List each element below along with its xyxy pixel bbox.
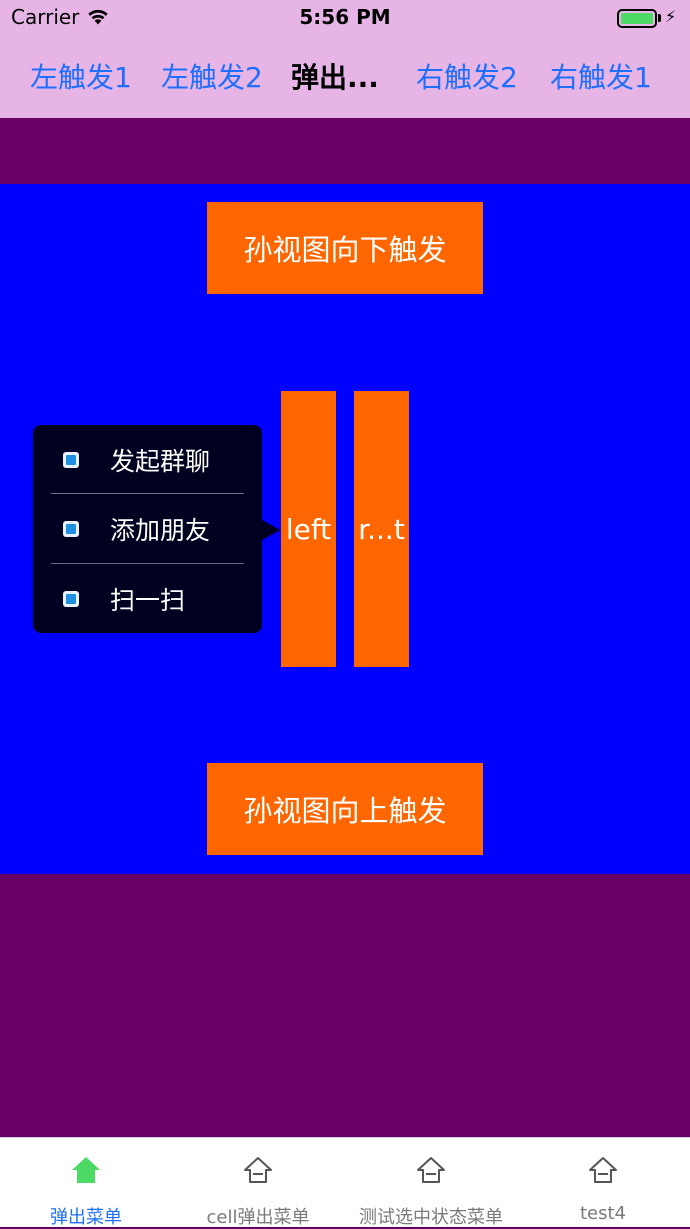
trigger-up-button[interactable]: 孙视图向上触发 — [207, 763, 483, 855]
menu-item-scan[interactable]: 扫一扫 — [33, 564, 262, 633]
menu-item-group-chat[interactable]: 发起群聊 — [33, 425, 262, 494]
home-icon — [72, 1157, 100, 1183]
edit-icon — [63, 590, 79, 607]
tab-selected-state-menu[interactable]: 测试选中状态菜单 — [345, 1138, 517, 1228]
home-icon — [244, 1157, 272, 1183]
navigation-bar: Carrier 5:56 PM ⚡ 左触发1 左触发2 弹出... 右触发2 右… — [0, 0, 690, 118]
left-button[interactable]: left — [281, 391, 336, 667]
nav-title: 弹出... — [291, 61, 379, 94]
edit-icon — [63, 451, 79, 468]
nav-right-button-1[interactable]: 右触发1 — [550, 58, 652, 98]
nav-left-button-1[interactable]: 左触发1 — [30, 58, 132, 98]
edit-icon — [63, 520, 79, 537]
home-icon — [589, 1157, 617, 1183]
menu-item-label: 添加朋友 — [110, 515, 211, 545]
menu-item-label: 扫一扫 — [110, 585, 186, 615]
tab-label: test4 — [579, 1203, 627, 1224]
right-button[interactable]: r...t — [354, 391, 409, 667]
nav-left-button-2[interactable]: 左触发2 — [161, 58, 263, 98]
tab-bar: 弹出菜单 cell弹出菜单 测试选中状态菜单 test4 — [0, 1137, 690, 1228]
battery-icon — [617, 9, 657, 28]
tab-popup-menu[interactable]: 弹出菜单 — [0, 1138, 172, 1228]
popup-menu: 发起群聊 添加朋友 扫一扫 — [33, 425, 262, 633]
popup-arrow — [262, 520, 280, 540]
charging-bolt-icon: ⚡ — [665, 7, 677, 26]
menu-item-add-friend[interactable]: 添加朋友 — [33, 494, 262, 563]
battery-tip — [658, 14, 661, 22]
trigger-down-button[interactable]: 孙视图向下触发 — [207, 202, 483, 294]
tab-cell-popup-menu[interactable]: cell弹出菜单 — [172, 1138, 344, 1228]
status-time: 5:56 PM — [299, 5, 391, 29]
menu-item-label: 发起群聊 — [110, 446, 211, 476]
home-icon — [417, 1157, 445, 1183]
nav-right-button-2[interactable]: 右触发2 — [416, 58, 518, 98]
tab-test4[interactable]: test4 — [517, 1138, 689, 1228]
